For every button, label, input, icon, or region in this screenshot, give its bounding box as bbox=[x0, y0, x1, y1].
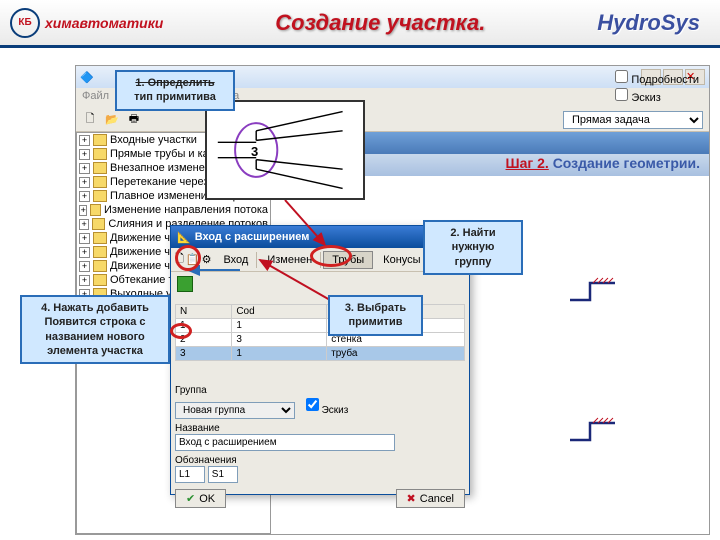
check-area: Подробности Эскиз bbox=[615, 68, 699, 106]
table-row: 31труба bbox=[176, 347, 465, 361]
dialog-icon: 📐 bbox=[177, 231, 191, 244]
name-label: Название bbox=[175, 423, 220, 434]
ok-button[interactable]: ✔OK bbox=[175, 489, 226, 508]
print-icon[interactable]: 🖶 bbox=[126, 112, 142, 128]
callout-3: 3. Выбратьпримитив bbox=[328, 295, 423, 336]
sketch-checkbox[interactable]: Эскиз bbox=[306, 405, 349, 416]
group-select[interactable]: Новая группа bbox=[175, 402, 295, 419]
designation-label: Обозначения bbox=[175, 455, 237, 466]
tab-konusy[interactable]: Конусы bbox=[375, 252, 429, 268]
diagram-box: 3 bbox=[205, 100, 365, 200]
app-icon: 🔷 bbox=[80, 71, 94, 84]
callout-4: 4. Нажать добавить Появится строка с наз… bbox=[20, 295, 170, 364]
sketch-checkbox[interactable]: Эскиз bbox=[615, 88, 699, 104]
menu-file[interactable]: Файл bbox=[82, 90, 109, 106]
brand-title: HydroSys bbox=[597, 10, 700, 36]
logo-icon: КБ bbox=[10, 8, 40, 38]
header-bar: КБ химавтоматики Создание участка. Hydro… bbox=[0, 0, 720, 48]
step-label: Шаг 2. Создание геометрии. bbox=[506, 155, 700, 171]
highlight-circle bbox=[310, 245, 352, 267]
highlight-circle bbox=[175, 245, 201, 271]
cancel-button[interactable]: ✖Cancel bbox=[396, 489, 465, 508]
group-label: Группа bbox=[175, 385, 207, 396]
sketch-icon bbox=[565, 275, 625, 305]
callout-2: 2. Найтинужную группу bbox=[423, 220, 523, 275]
tree-item: +Изменение направления потока bbox=[77, 203, 270, 217]
page-title: Создание участка. bbox=[163, 10, 597, 36]
open-icon[interactable]: 📂 bbox=[104, 112, 120, 128]
task-dropdown[interactable]: Прямая задача bbox=[563, 111, 703, 129]
new-icon[interactable]: 🗋 bbox=[82, 112, 98, 128]
name-input[interactable] bbox=[175, 434, 395, 451]
sketch-icon bbox=[565, 415, 625, 445]
main-toolbar: 🗋 📂 🖶 Прямая задача Подробности Эскиз bbox=[76, 108, 709, 132]
details-checkbox[interactable]: Подробности bbox=[615, 70, 699, 86]
callout-1: 1. Определить тип примитива bbox=[115, 70, 235, 111]
L1-input[interactable] bbox=[175, 466, 205, 483]
logo-text: химавтоматики bbox=[45, 15, 163, 31]
S1-input[interactable] bbox=[208, 466, 238, 483]
highlight-circle bbox=[170, 323, 192, 339]
diagram-number: 3 bbox=[251, 144, 258, 159]
